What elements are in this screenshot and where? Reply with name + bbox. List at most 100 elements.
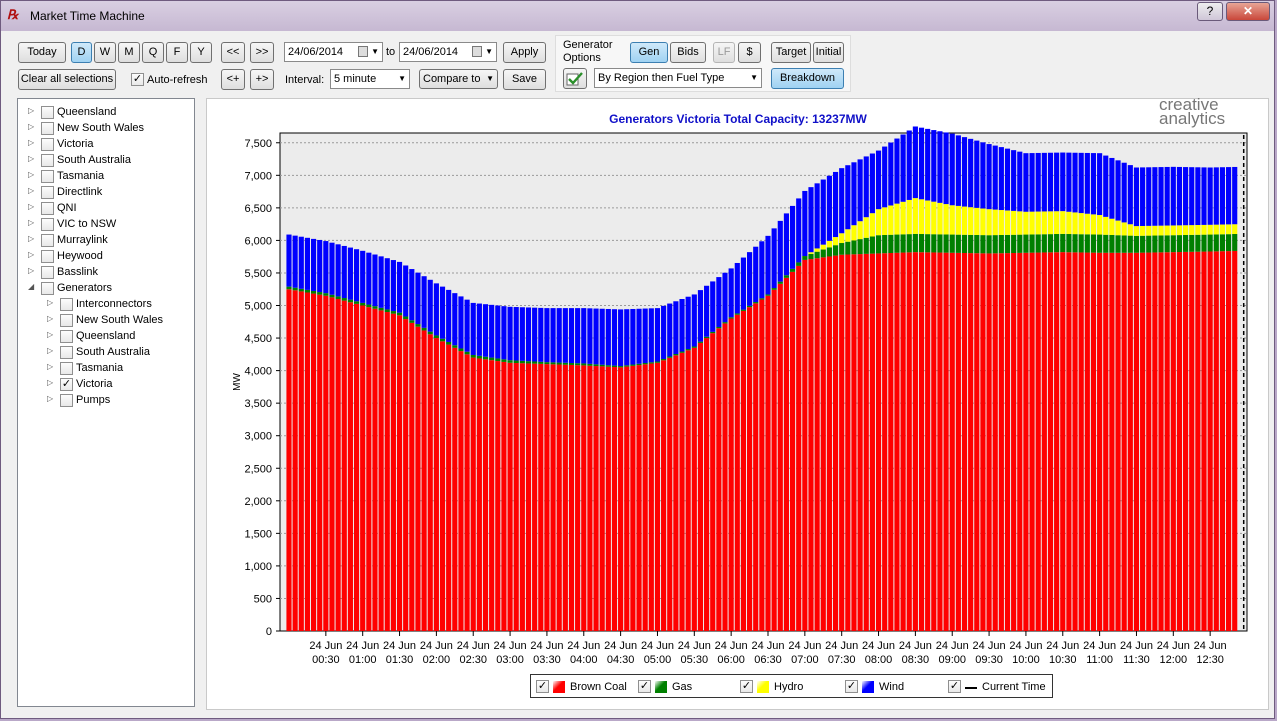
- bar-wind: [912, 126, 918, 199]
- bar-brown-coal: [1060, 252, 1066, 632]
- bar-brown-coal: [642, 364, 648, 631]
- bar-brown-coal: [329, 297, 335, 631]
- bar-wind: [900, 134, 906, 202]
- bar-brown-coal: [943, 252, 949, 632]
- bar-wind: [495, 305, 501, 359]
- bar-brown-coal: [507, 362, 513, 631]
- bar-wind: [1004, 148, 1011, 211]
- bar-gas: [464, 351, 470, 355]
- legend-checkbox[interactable]: ✓: [845, 680, 858, 693]
- bar-brown-coal: [1103, 252, 1109, 631]
- bar-brown-coal: [783, 277, 789, 631]
- bar-wind: [525, 307, 532, 362]
- bar-gas: [845, 241, 851, 255]
- bar-gas: [961, 234, 968, 253]
- x-tick-date: 24 Jun: [309, 640, 342, 652]
- bar-hydro: [1170, 225, 1176, 236]
- bar-brown-coal: [955, 252, 961, 631]
- generation-chart: 0 500 1,000 1,500 2,000 2,500 3,000 3,500 4,000 4…: [232, 112, 1248, 666]
- bar-gas: [980, 235, 986, 254]
- x-tick-date: 24 Jun: [936, 640, 969, 652]
- bar-wind: [519, 307, 525, 361]
- bar-brown-coal: [452, 347, 458, 631]
- legend-checkbox[interactable]: ✓: [948, 680, 961, 693]
- bar-brown-coal: [1097, 252, 1103, 631]
- bar-wind: [366, 252, 372, 305]
- bar-brown-coal: [568, 364, 575, 631]
- bar-brown-coal: [912, 252, 918, 632]
- bar-brown-coal: [378, 310, 384, 631]
- bar-wind: [427, 279, 433, 332]
- bar-brown-coal: [894, 252, 900, 631]
- y-tick-label: 4,500: [244, 333, 272, 345]
- bar-wind: [575, 308, 581, 364]
- bar-gas: [1213, 234, 1219, 252]
- bar-brown-coal: [826, 256, 832, 631]
- x-tick-date: 24 Jun: [1009, 640, 1042, 652]
- bar-gas: [1219, 234, 1226, 252]
- bar-gas: [888, 234, 894, 253]
- legend-checkbox[interactable]: ✓: [740, 680, 753, 693]
- bar-wind: [390, 260, 396, 312]
- x-tick-date: 24 Jun: [825, 640, 858, 652]
- bar-hydro: [998, 210, 1004, 235]
- bar-wind: [857, 159, 863, 222]
- bar-gas: [599, 364, 605, 367]
- bar-brown-coal: [771, 289, 777, 631]
- bar-hydro: [1189, 225, 1195, 235]
- bar-wind: [1047, 152, 1054, 212]
- bar-hydro: [955, 205, 961, 235]
- bar-brown-coal: [1017, 252, 1023, 631]
- bar-brown-coal: [464, 354, 470, 631]
- bar-gas: [1011, 234, 1017, 253]
- bar-brown-coal: [747, 307, 753, 631]
- bar-brown-coal: [1189, 251, 1195, 631]
- bar-wind: [968, 138, 974, 208]
- bar-wind: [378, 256, 384, 308]
- bar-brown-coal: [925, 252, 931, 631]
- bar-gas: [329, 294, 335, 298]
- bar-brown-coal: [986, 253, 992, 631]
- bar-brown-coal: [353, 303, 360, 631]
- bar-wind: [740, 257, 747, 310]
- bar-gas: [1189, 234, 1195, 252]
- legend-swatch: [965, 687, 977, 689]
- legend-checkbox[interactable]: ✓: [638, 680, 651, 693]
- bar-wind: [722, 272, 728, 323]
- bar-wind: [661, 305, 667, 359]
- bar-wind: [765, 235, 771, 295]
- bar-gas: [507, 360, 513, 363]
- bar-wind: [605, 308, 611, 366]
- bar-hydro: [1023, 211, 1029, 235]
- bar-gas: [949, 234, 955, 253]
- bar-gas: [1084, 234, 1090, 253]
- bar-gas: [710, 331, 716, 334]
- bar-wind: [771, 228, 777, 289]
- bar-wind: [286, 234, 292, 287]
- x-tick-time: 08:00: [865, 654, 893, 666]
- bar-gas: [661, 358, 667, 361]
- bar-wind: [679, 299, 685, 352]
- bar-gas: [1152, 235, 1158, 253]
- bar-wind: [372, 254, 378, 307]
- bar-wind: [347, 247, 353, 300]
- bar-wind: [409, 269, 415, 321]
- bar-gas: [863, 237, 869, 254]
- legend-checkbox[interactable]: ✓: [536, 680, 549, 693]
- bar-brown-coal: [532, 363, 538, 631]
- bar-brown-coal: [581, 365, 587, 631]
- bar-brown-coal: [1011, 252, 1017, 632]
- bar-brown-coal: [550, 364, 556, 631]
- bar-hydro: [1041, 211, 1047, 235]
- bar-gas: [802, 256, 808, 260]
- bar-gas: [593, 364, 599, 367]
- bar-gas: [1226, 234, 1232, 252]
- bar-gas: [360, 302, 366, 306]
- bar-wind: [464, 299, 470, 352]
- bar-gas: [421, 327, 427, 331]
- bar-gas: [642, 363, 648, 365]
- bar-wind: [998, 147, 1004, 211]
- bar-brown-coal: [624, 366, 630, 631]
- bar-gas: [931, 234, 937, 253]
- x-tick-date: 24 Jun: [383, 640, 416, 652]
